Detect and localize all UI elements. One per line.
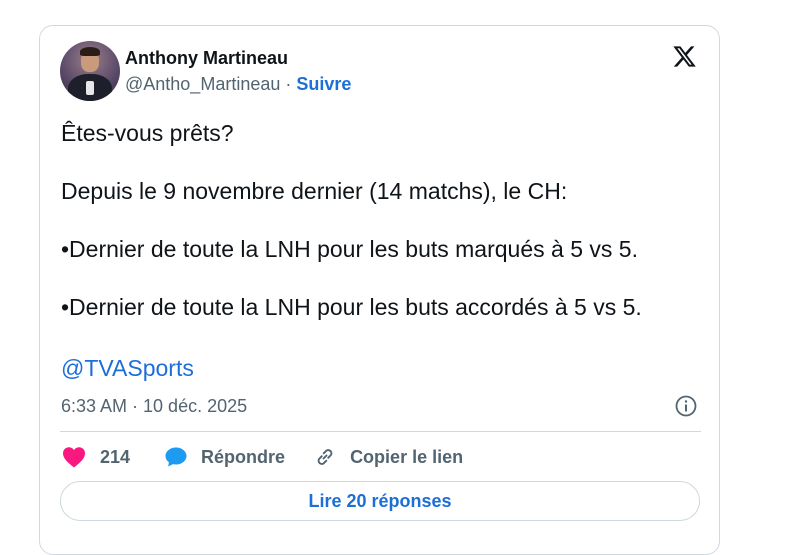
author-handle-line: @Antho_Martineau · Suivre <box>125 74 351 95</box>
divider <box>60 431 701 432</box>
follow-button[interactable]: Suivre <box>296 74 351 94</box>
tweet-card: Anthony Martineau @Antho_Martineau · Sui… <box>39 25 720 555</box>
info-icon[interactable] <box>674 394 698 418</box>
mention-link[interactable]: @TVASports <box>61 355 194 382</box>
tweet-paragraph: •Dernier de toute la LNH pour les buts m… <box>61 236 638 262</box>
reply-button[interactable]: Répondre <box>164 445 313 469</box>
reply-label: Répondre <box>201 446 286 467</box>
copy-link-button[interactable]: Copier le lien <box>313 445 463 469</box>
like-count: 214 <box>100 446 131 467</box>
like-button[interactable]: 214 <box>62 446 164 468</box>
action-bar: 214 Répondre Copier le lien <box>62 443 463 471</box>
read-replies-button[interactable]: Lire 20 réponses <box>60 481 700 521</box>
handle-separator: · <box>280 74 297 94</box>
avatar-microphone <box>86 81 94 95</box>
x-logo-icon[interactable] <box>671 44 698 69</box>
speech-bubble-icon <box>165 447 187 467</box>
tweet-text: Êtes-vous prêts? Depuis le 9 novembre de… <box>61 119 701 322</box>
tweet-paragraph: Depuis le 9 novembre dernier (14 matchs)… <box>61 178 568 204</box>
tweet-paragraph: Êtes-vous prêts? <box>61 120 234 146</box>
copy-link-label: Copier le lien <box>350 446 464 467</box>
tweet-paragraph: •Dernier de toute la LNH pour les buts a… <box>61 294 642 320</box>
avatar-hair <box>80 47 100 56</box>
heart-icon <box>63 447 85 468</box>
author-handle[interactable]: @Antho_Martineau <box>125 74 280 94</box>
tweet-timestamp[interactable]: 6:33 AM · 10 déc. 2025 <box>61 396 247 417</box>
link-icon <box>317 449 333 465</box>
avatar[interactable] <box>60 41 120 101</box>
author-name[interactable]: Anthony Martineau <box>125 48 288 69</box>
